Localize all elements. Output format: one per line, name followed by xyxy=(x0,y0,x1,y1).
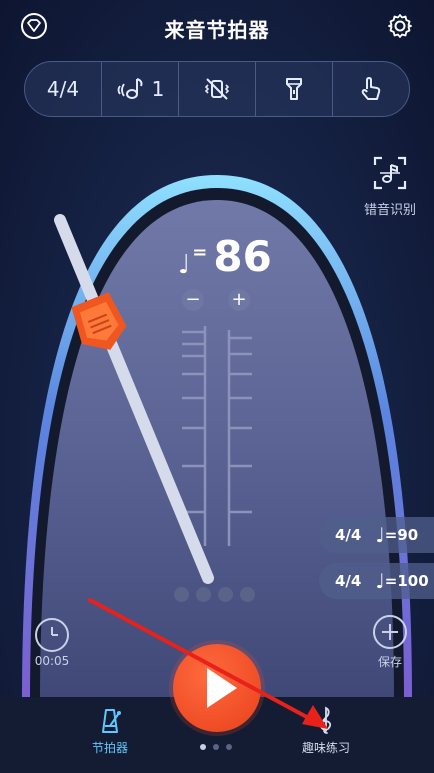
tempo-equals: = xyxy=(192,242,208,263)
header: 来音节拍器 xyxy=(0,0,434,54)
save-label: 保存 xyxy=(377,655,402,669)
subdivision-value: 1 xyxy=(151,77,165,101)
tempo-value: 86 xyxy=(213,232,272,281)
nav-item-fun-practice[interactable]: 趣味练习 xyxy=(286,705,366,756)
tempo-scale-left xyxy=(182,326,207,546)
page-dot xyxy=(213,744,219,750)
nav-label-metronome: 节拍器 xyxy=(91,741,128,755)
preset-item[interactable]: 4/4 ♩ =90 xyxy=(319,517,434,553)
metronome-icon xyxy=(102,709,121,733)
scan-note-icon xyxy=(373,156,407,190)
tap-tempo-button[interactable] xyxy=(333,62,409,116)
pendulum-weight[interactable] xyxy=(68,291,133,359)
preset-item[interactable]: 4/4 ♩ =100 xyxy=(319,563,434,599)
tempo-scale-right xyxy=(227,330,252,546)
time-signature-button[interactable]: 4/4 xyxy=(25,62,102,116)
treble-clef-icon xyxy=(319,706,332,734)
beat-indicator xyxy=(174,587,255,602)
tempo-increase-button[interactable]: + xyxy=(228,289,250,311)
quarter-note-icon: ♩ xyxy=(178,250,191,280)
preset-bpm: =100 xyxy=(384,572,429,590)
quarter-note-icon: ♩ xyxy=(375,569,385,593)
error-recognition-button[interactable]: 错音识别 xyxy=(358,155,422,218)
error-recognition-label: 错音识别 xyxy=(363,203,416,218)
subdivision-button[interactable]: 1 xyxy=(102,62,179,116)
nav-label-fun-practice: 趣味练习 xyxy=(301,741,350,755)
timer-button[interactable]: 00:05 xyxy=(30,618,74,668)
app-root: 来音节拍器 4/4 1 错音识别 ♩ = 86 − + 4/4 ♩ =90 4/… xyxy=(0,0,434,773)
tap-hand-icon xyxy=(361,77,381,100)
quarter-note-icon: ♩ xyxy=(375,523,385,547)
vibration-off-icon xyxy=(204,78,230,100)
plus-icon xyxy=(373,615,407,649)
beat-dot[interactable] xyxy=(174,587,189,602)
vibration-toggle[interactable] xyxy=(179,62,256,116)
preset-time-signature: 4/4 xyxy=(335,526,362,544)
note-sound-icon xyxy=(117,78,143,99)
tempo-display: ♩ = 86 xyxy=(178,228,272,281)
page-title: 来音节拍器 xyxy=(164,18,270,42)
flashlight-icon xyxy=(286,78,302,100)
nav-item-metronome[interactable]: 节拍器 xyxy=(70,705,150,756)
clock-icon xyxy=(35,618,69,652)
flashlight-toggle[interactable] xyxy=(256,62,333,116)
gear-icon[interactable] xyxy=(386,12,414,40)
preset-time-signature: 4/4 xyxy=(335,572,362,590)
page-dot xyxy=(226,744,232,750)
timer-label: 00:05 xyxy=(34,654,70,668)
play-icon xyxy=(207,668,237,708)
tempo-decrease-button[interactable]: − xyxy=(182,289,204,311)
save-button[interactable]: 保存 xyxy=(368,615,412,670)
time-signature-label: 4/4 xyxy=(46,77,80,101)
beat-dot[interactable] xyxy=(218,587,233,602)
page-dot xyxy=(200,744,206,750)
toolbar: 4/4 1 xyxy=(24,61,410,117)
beat-dot[interactable] xyxy=(196,587,211,602)
preset-bpm: =90 xyxy=(384,526,419,544)
beat-dot[interactable] xyxy=(240,587,255,602)
play-button[interactable] xyxy=(173,644,261,732)
page-indicator xyxy=(200,744,232,750)
